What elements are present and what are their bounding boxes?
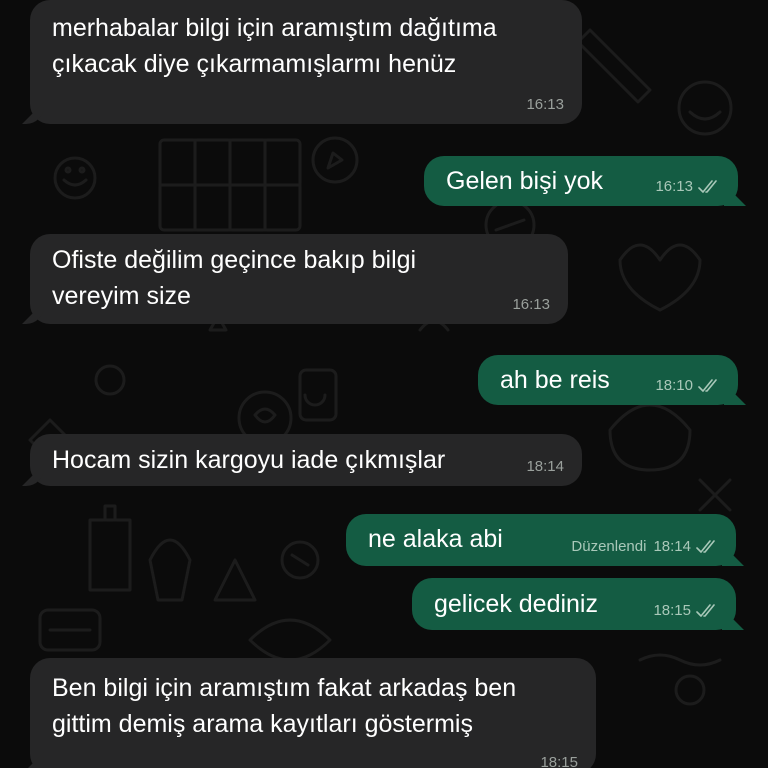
message-time: 16:13 [512,296,550,313]
message-bubble-outgoing[interactable]: ne alaka abi Düzenlendi 18:14 [346,514,736,566]
message-meta: 16:13 [526,96,564,114]
message-meta: 16:13 [655,178,720,196]
message-text: merhabalar bilgi için aramıştım dağıtıma… [52,14,497,78]
message-meta: 18:14 [526,458,564,476]
message-time: 18:15 [540,754,578,768]
message-time: 18:15 [653,602,691,619]
message-meta: Düzenlendi 18:14 [571,538,718,556]
message-meta: 18:15 [653,602,718,620]
message-time: 16:13 [526,96,564,113]
message-bubble-incoming[interactable]: Ofiste değilim geçince bakıp bilgi verey… [30,234,568,324]
message-text: Ben bilgi için aramıştım fakat arkadaş b… [52,674,517,738]
message-text: Hocam sizin kargoyu iade çıkmışlar [52,446,446,474]
message-meta: 16:13 [512,296,550,314]
message-bubble-outgoing[interactable]: Gelen bişi yok 16:13 [424,156,738,206]
message-time: 18:14 [653,538,691,555]
message-bubble-outgoing[interactable]: gelicek dediniz 18:15 [412,578,736,630]
double-check-read-icon [696,604,715,617]
edited-label: Düzenlendi [571,538,647,555]
message-bubble-incoming[interactable]: Ben bilgi için aramıştım fakat arkadaş b… [30,658,596,768]
message-time: 18:14 [526,458,564,475]
message-time: 18:10 [655,377,693,394]
message-bubble-incoming[interactable]: Hocam sizin kargoyu iade çıkmışlar 18:14 [30,434,582,486]
message-bubble-outgoing[interactable]: ah be reis 18:10 [478,355,738,405]
message-meta: 18:10 [655,377,720,395]
message-text: Ofiste değilim geçince bakıp bilgi verey… [52,246,417,310]
double-check-read-icon [696,540,715,553]
message-time: 16:13 [655,178,693,195]
message-meta: 18:15 [540,754,578,768]
message-bubble-incoming[interactable]: merhabalar bilgi için aramıştım dağıtıma… [30,0,582,124]
double-check-read-icon [698,379,717,392]
chat-view[interactable]: merhabalar bilgi için aramıştım dağıtıma… [0,0,768,768]
double-check-read-icon [698,180,717,193]
